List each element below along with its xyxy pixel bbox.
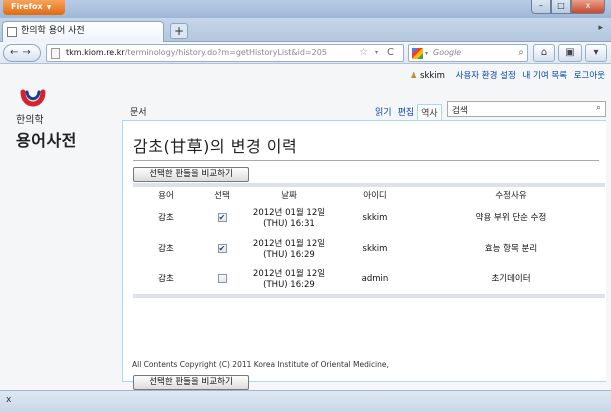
window-controls: – □ x <box>531 0 605 14</box>
logo-subtitle: 한의학 <box>16 115 44 126</box>
maximize-button[interactable]: □ <box>551 0 571 14</box>
row-term: 감초 <box>158 244 174 254</box>
row-select: ✔ <box>199 203 245 234</box>
preferences-link[interactable]: 사용자 환경 설정 <box>456 71 516 81</box>
history-table: 용어 선택 날짜 아이디 수정사유 감초 ✔ 2012년 01월 12일 (THU… <box>133 183 605 298</box>
logout-link[interactable]: 로그아웃 <box>574 71 605 81</box>
row-term: 감초 <box>158 213 174 223</box>
back-forward-button[interactable]: ←→ <box>3 44 41 62</box>
url-bar[interactable]: tkm.kiom.re.kr/terminology/history.do?m=… <box>46 44 404 62</box>
page-title: 감초(甘草)의 변경 이력 <box>133 137 298 156</box>
tools-menu-icon[interactable]: ▾ <box>585 44 607 62</box>
new-tab-button[interactable]: + <box>170 23 188 39</box>
header-select: 선택 <box>214 191 230 201</box>
row-date-line1: 2012년 01월 12일 <box>252 238 326 249</box>
close-addon-bar-icon[interactable]: x <box>6 395 11 405</box>
page-icon <box>51 48 60 59</box>
row-date[interactable]: 2012년 01월 12일 (THU) 16:29 <box>245 265 333 296</box>
home-icon[interactable]: ⌂ <box>533 44 555 62</box>
tab-page[interactable]: 문서 <box>130 105 147 118</box>
tab-read[interactable]: 읽기 <box>372 104 395 120</box>
footer-copyright: All Contents Copyright (C) 2011 Korea In… <box>132 360 389 369</box>
row-date-line2: (THU) 16:29 <box>263 249 315 260</box>
minimize-button[interactable]: – <box>531 0 551 14</box>
browser-tab[interactable]: 한의학 용어 사전 <box>2 21 164 42</box>
compare-revisions-button[interactable]: 선택한 판들을 비교하기 <box>133 167 249 182</box>
table-header-row: 용어 선택 날짜 아이디 수정사유 <box>133 185 605 203</box>
row-select: ✔ <box>199 234 245 265</box>
row-user[interactable]: skkim <box>333 203 417 234</box>
search-icon[interactable]: ⌕ <box>596 103 601 113</box>
row-reason: 초기데이터 <box>491 274 531 284</box>
close-window-button[interactable]: x <box>571 0 605 14</box>
revision-checkbox[interactable] <box>217 274 227 283</box>
url-path: /terminology/history.do?m=getHistoryList… <box>124 48 327 57</box>
tab-edit[interactable]: 편집 <box>395 104 418 120</box>
site-logo[interactable]: 한의학 용어사전 <box>12 88 112 151</box>
username-link[interactable]: skkim <box>420 71 445 81</box>
row-user[interactable]: admin <box>333 265 417 296</box>
user-icon: ♟ <box>410 71 418 80</box>
personal-tools: ♟ skkim 사용자 환경 설정 내 기여 목록 로그아웃 <box>410 69 605 81</box>
url-text[interactable]: tkm.kiom.re.kr/terminology/history.do?m=… <box>66 48 327 57</box>
url-history-dropdown-icon[interactable]: ▾ <box>375 49 378 56</box>
table-row: 감초 ✔ 2012년 01월 12일 (THU) 16:29 skkim 효능 항… <box>133 234 605 265</box>
tab-history[interactable]: 역사 <box>417 104 442 120</box>
revision-checkbox[interactable]: ✔ <box>217 244 227 253</box>
status-bar: x <box>0 390 611 412</box>
revision-checkbox[interactable]: ✔ <box>217 213 227 222</box>
row-date-line1: 2012년 01월 12일 <box>252 207 326 218</box>
window-titlebar: Firefox ▼ – □ x <box>0 0 611 18</box>
wiki-search-value: 검색 <box>452 106 468 116</box>
browser-search-placeholder[interactable]: Google <box>433 48 461 57</box>
contributions-link[interactable]: 내 기여 목록 <box>523 71 568 81</box>
row-date-line2: (THU) 16:31 <box>263 218 315 229</box>
navigation-toolbar: ←→ tkm.kiom.re.kr/terminology/history.do… <box>0 42 611 64</box>
bookmarks-icon[interactable]: ▣ <box>558 44 582 62</box>
chevron-down-icon: ▼ <box>46 4 52 11</box>
table-row: 감초 ✔ 2012년 01월 12일 (THU) 16:31 skkim 약용 부… <box>133 203 605 234</box>
header-reason: 수정사유 <box>495 191 527 201</box>
compare-revisions-button-bottom[interactable]: 선택한 판들을 비교하기 <box>133 375 249 390</box>
row-date[interactable]: 2012년 01월 12일 (THU) 16:29 <box>245 234 333 265</box>
browser-search-box[interactable]: ▾ Google ⌕ <box>408 44 528 62</box>
row-user[interactable]: skkim <box>333 234 417 265</box>
row-date[interactable]: 2012년 01월 12일 (THU) 16:31 <box>245 203 333 234</box>
header-term: 용어 <box>158 191 174 201</box>
wiki-search-input[interactable]: 검색 ⌕ <box>447 101 606 117</box>
search-engine-dropdown-icon[interactable]: ▾ <box>425 50 428 57</box>
row-date-line1: 2012년 01월 12일 <box>252 268 326 279</box>
firefox-menu-button[interactable]: Firefox ▼ <box>3 0 65 15</box>
row-date-line2: (THU) 16:29 <box>263 279 315 290</box>
row-term: 감초 <box>158 274 174 284</box>
bookmark-star-icon[interactable]: ☆ <box>359 47 368 58</box>
web-page: ♟ skkim 사용자 환경 설정 내 기여 목록 로그아웃 한의학 용어사전 … <box>0 64 611 390</box>
row-select <box>199 265 245 296</box>
row-reason: 약용 부위 단순 수정 <box>475 213 547 223</box>
view-tabs: 읽기 편집 역사 <box>372 104 442 120</box>
url-domain: tkm.kiom.re.kr <box>66 48 125 57</box>
title-divider <box>133 160 599 161</box>
tab-list-icon[interactable]: ▸ <box>598 23 603 33</box>
logo-mark-icon <box>20 88 46 110</box>
logo-title: 용어사전 <box>16 131 77 150</box>
header-date: 날짜 <box>281 191 297 201</box>
page-favicon-icon <box>7 27 17 37</box>
content-area: 감초(甘草)의 변경 이력 선택한 판들을 비교하기 용어 선택 날짜 아이디 … <box>122 120 606 390</box>
table-row: 감초 2012년 01월 12일 (THU) 16:29 admin 초기데이터 <box>133 265 605 296</box>
header-userid: 아이디 <box>363 191 387 201</box>
browser-tab-title: 한의학 용어 사전 <box>21 26 85 36</box>
row-reason: 효능 항목 분리 <box>484 244 538 254</box>
search-engine-icon[interactable] <box>412 48 423 59</box>
tab-strip: 한의학 용어 사전 + ▸ <box>0 18 611 42</box>
search-icon[interactable]: ⌕ <box>518 47 524 58</box>
reload-icon[interactable]: C <box>387 47 394 58</box>
firefox-menu-label: Firefox <box>11 2 43 11</box>
